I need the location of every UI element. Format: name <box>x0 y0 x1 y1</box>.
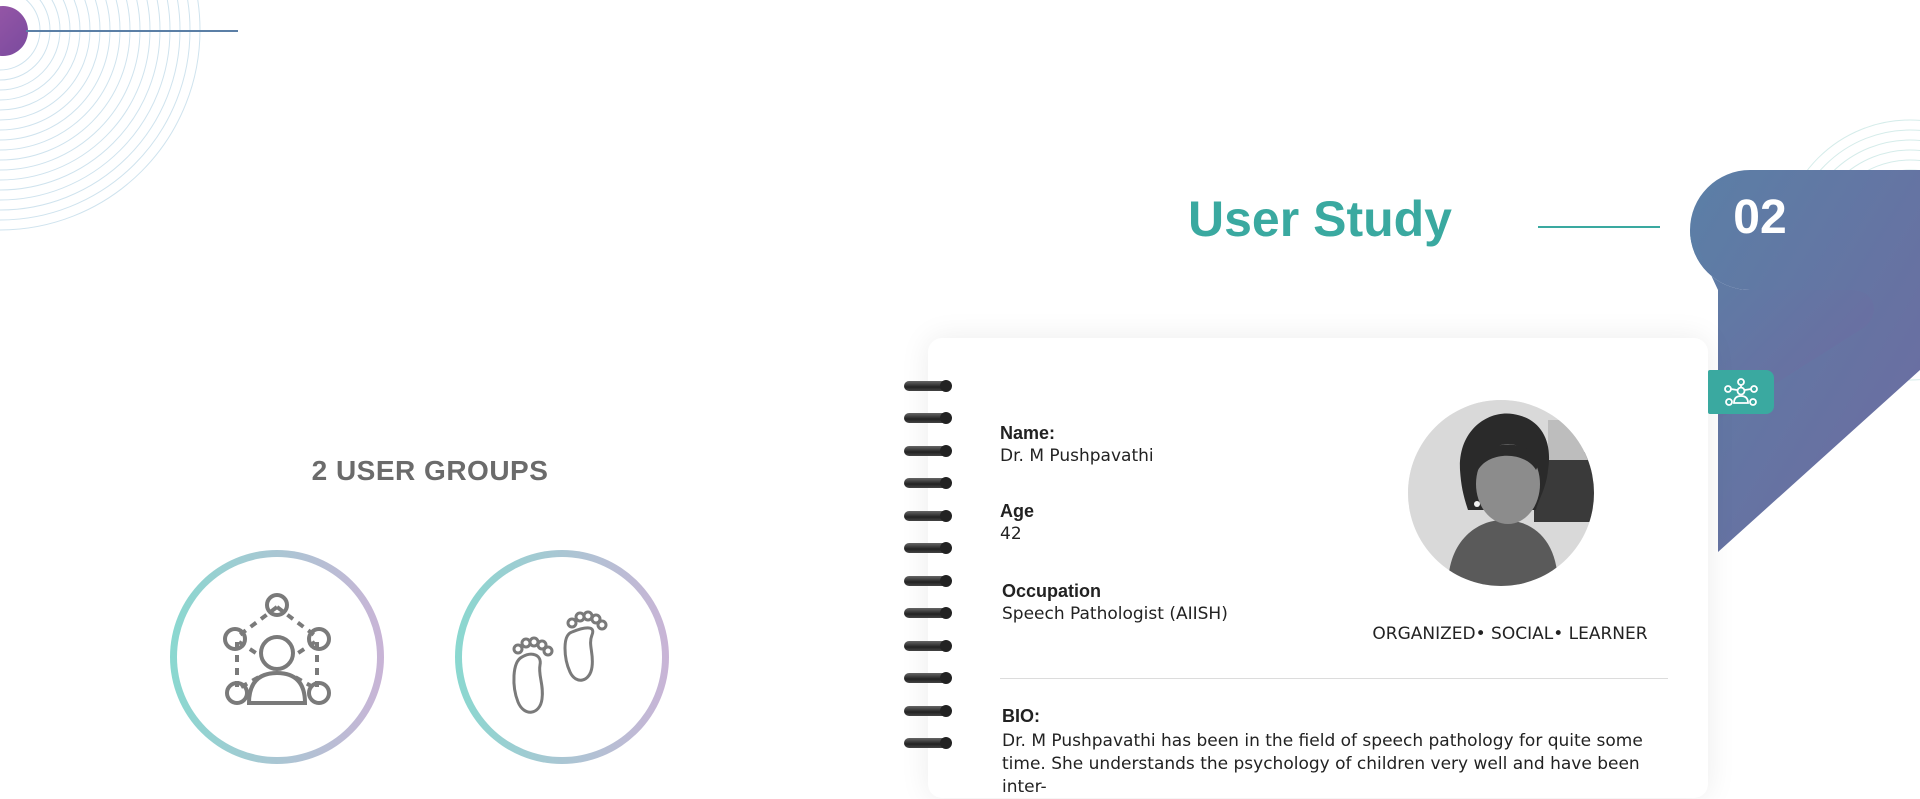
notebook-ring <box>904 705 952 717</box>
persona-photo-illustration <box>1408 400 1594 586</box>
team-network-icon <box>1724 378 1758 406</box>
notebook-ring <box>904 445 952 457</box>
bio-text: Dr. M Pushpavathi has been in the field … <box>1002 731 1643 797</box>
title-divider-line <box>1538 226 1660 228</box>
notebook-ring <box>904 640 952 652</box>
name-value: Dr. M Pushpavathi <box>1000 446 1154 466</box>
persona-traits: ORGANIZED• SOCIAL• LEARNER <box>1372 624 1648 644</box>
network-user-icon <box>223 593 331 705</box>
notebook-ring <box>904 412 952 424</box>
age-value: 42 <box>1000 524 1022 544</box>
notebook-ring <box>904 737 952 749</box>
age-label: Age <box>1000 501 1035 521</box>
decorative-line <box>26 30 238 32</box>
persona-card <box>928 338 1708 798</box>
notebook-ring <box>904 672 952 684</box>
persona-photo <box>1408 400 1594 586</box>
page-title: User Study <box>1188 191 1452 247</box>
user-group-circle-2 <box>455 550 669 764</box>
notebook-ring <box>904 575 952 587</box>
occupation-value: Speech Pathologist (AIISH) <box>1002 604 1228 624</box>
bio-label: BIO: <box>1002 706 1040 726</box>
section-number: 02 <box>1733 191 1787 244</box>
notebook-ring <box>904 607 952 619</box>
card-divider <box>1000 678 1668 679</box>
notebook-ring <box>904 510 952 522</box>
persona-tag <box>1708 370 1774 414</box>
notebook-ring <box>904 380 952 392</box>
footprints-icon <box>512 610 608 714</box>
notebook-ring <box>904 542 952 554</box>
notebook-ring <box>904 477 952 489</box>
user-group-circle-1 <box>170 550 384 764</box>
name-label: Name: <box>1000 423 1056 443</box>
decorative-rings-top-left <box>0 0 201 231</box>
user-groups-title: 2 USER GROUPS <box>311 455 549 486</box>
occupation-label: Occupation <box>1002 581 1102 601</box>
